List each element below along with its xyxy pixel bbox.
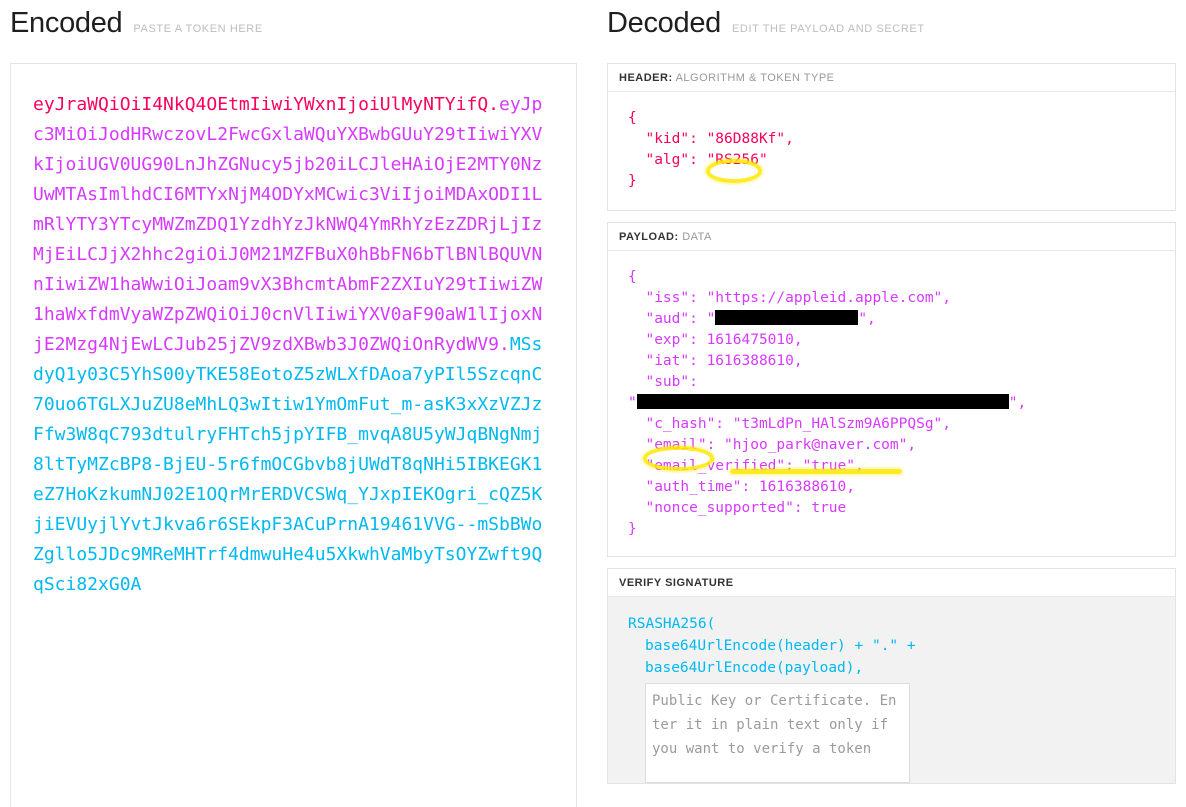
payload-auth-time-line: "auth_time": 1616388610,	[628, 479, 855, 495]
encoded-subtitle: PASTE A TOKEN HERE	[133, 23, 263, 35]
signature-line-2: base64UrlEncode(header) + "." +	[645, 638, 916, 654]
payload-sub-suffix: ",	[1008, 395, 1027, 411]
header-line-0: {	[628, 110, 637, 126]
payload-open-brace: {	[628, 269, 637, 285]
header-label-rest: ALGORITHM & TOKEN TYPE	[675, 72, 835, 84]
payload-section-label: PAYLOAD: DATA	[608, 223, 1175, 251]
payload-sub-prefix: "	[628, 395, 637, 411]
encoded-token-text[interactable]: eyJraWQiOiI4NkQ4OEtmIiwiYWxnIjoiUlMyNTYi…	[33, 90, 552, 600]
header-section: HEADER: ALGORITHM & TOKEN TYPE { "kid": …	[607, 63, 1176, 211]
header-label-strong: HEADER:	[619, 72, 673, 84]
payload-c-hash-line: "c_hash": "t3mLdPn_HAlSzm9A6PPQSg",	[628, 416, 952, 432]
token-separator-2: .	[499, 334, 510, 355]
signature-section-label: VERIFY SIGNATURE	[608, 569, 1175, 597]
token-payload-segment: eyJpc3MiOiJodHRwczovL2FwcGxlaWQuYXBwbGUu…	[33, 94, 543, 355]
token-signature-segment: MSsdyQ1y03C5YhS00yTKE58EotoZ5zWLXfDAoa7y…	[33, 334, 543, 595]
payload-aud-suffix: ",	[858, 311, 876, 327]
payload-label-rest: DATA	[682, 231, 712, 243]
payload-section: PAYLOAD: DATA { "iss": "https://appleid.…	[607, 222, 1176, 557]
decoded-subtitle: EDIT THE PAYLOAD AND SECRET	[732, 23, 925, 35]
payload-aud-prefix: "aud": "	[628, 311, 716, 327]
decoded-panel: HEADER: ALGORITHM & TOKEN TYPE { "kid": …	[607, 63, 1176, 807]
payload-email-line: "email": "hjoo_park@naver.com",	[628, 437, 917, 453]
signature-line-3: base64UrlEncode(payload),	[645, 660, 864, 676]
header-section-label: HEADER: ALGORITHM & TOKEN TYPE	[608, 64, 1175, 92]
encoded-title: Encoded	[10, 7, 123, 39]
signature-label-strong: VERIFY SIGNATURE	[619, 577, 734, 589]
public-key-input[interactable]	[645, 683, 910, 783]
payload-close-brace: }	[628, 521, 637, 537]
signature-line-1: RSASHA256(	[628, 616, 716, 632]
token-separator-1: .	[488, 94, 499, 115]
decoded-title: Decoded	[607, 7, 721, 39]
decoded-column-heading: Decoded EDIT THE PAYLOAD AND SECRET	[607, 6, 925, 40]
jwt-debugger-page: Encoded PASTE A TOKEN HERE eyJraWQiOiI4N…	[0, 0, 1186, 807]
signature-section: VERIFY SIGNATURE RSASHA256( base64UrlEnc…	[607, 568, 1176, 784]
payload-exp-line: "exp": 1616475010,	[628, 332, 803, 348]
token-header-segment: eyJraWQiOiI4NkQ4OEtmIiwiYWxnIjoiUlMyNTYi…	[33, 94, 489, 115]
encoded-token-panel[interactable]: eyJraWQiOiI4NkQ4OEtmIiwiYWxnIjoiUlMyNTYi…	[10, 63, 577, 807]
header-json-editor[interactable]: { "kid": "86D88Kf", "alg": "RS256" }	[608, 92, 1175, 210]
encoded-column-heading: Encoded PASTE A TOKEN HERE	[10, 6, 263, 40]
payload-label-strong: PAYLOAD:	[619, 231, 679, 243]
payload-iss-line: "iss": "https://appleid.apple.com",	[628, 290, 952, 306]
payload-nonce-supported-line: "nonce_supported": true	[628, 500, 847, 516]
header-line-2: "alg": "RS256"	[628, 152, 768, 168]
aud-value-redaction-bar	[715, 310, 859, 325]
payload-json-editor[interactable]: { "iss": "https://appleid.apple.com", "a…	[608, 251, 1175, 556]
header-line-1: "kid": "86D88Kf",	[628, 131, 794, 147]
sub-value-redaction-bar	[636, 394, 1009, 409]
signature-body: RSASHA256( base64UrlEncode(header) + "."…	[608, 597, 1175, 783]
header-line-3: }	[628, 173, 637, 189]
payload-iat-line: "iat": 1616388610,	[628, 353, 803, 369]
payload-sub-key-line: "sub":	[628, 374, 698, 390]
payload-email-verified-line: "email_verified": "true",	[628, 458, 864, 474]
